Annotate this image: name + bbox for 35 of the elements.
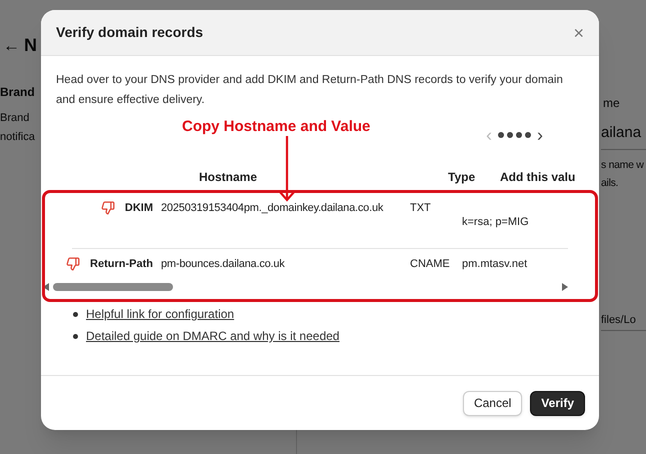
section-text: notifica [0, 130, 36, 145]
field-label: me [602, 95, 621, 112]
horizontal-scrollbar[interactable] [45, 280, 568, 294]
scroll-right-icon[interactable] [562, 283, 568, 291]
path-field[interactable]: files/Lo [601, 310, 646, 331]
record-name: DKIM [124, 201, 153, 216]
column-header: Hostname [199, 169, 258, 186]
scroll-thumb[interactable] [53, 283, 173, 291]
column-header: Type [448, 169, 476, 186]
cancel-button[interactable]: Cancel [462, 390, 522, 416]
help-link[interactable]: Helpful link for configuration [86, 305, 234, 323]
intro-text: Head over to your DNS provider and add DKIM and Return-Path DNS records to verify your domain and ensure effective delivery. [55, 73, 564, 108]
section-text: Brand [0, 111, 30, 126]
table-cell-text: 20250319153404pm._domainkey.dailana.co.uk [161, 201, 384, 216]
column-header: Add this valu [500, 169, 576, 186]
close-button[interactable]: × [573, 24, 584, 42]
table-cell-text: pm-bounces.dailana.co.uk [161, 257, 286, 272]
table-cell-text: TXT [410, 201, 432, 216]
annotation-label: Copy Hostname and Value [182, 117, 370, 137]
section-title: Brand [0, 84, 36, 101]
help-link[interactable]: Detailed guide on DMARC and why is it needed [86, 327, 340, 345]
dialog-title: Verify domain records [56, 23, 204, 42]
table-cell-text: k=rsa; p=MIG [462, 215, 529, 230]
table-cell-text: pm.mtasv.net [462, 257, 528, 272]
page-heading: N [24, 34, 37, 57]
hint-text: ails. [601, 176, 620, 190]
table-cell-text: CNAME [410, 257, 451, 272]
bullet-icon [73, 312, 78, 316]
next-button[interactable]: › [537, 126, 543, 144]
bullet-icon [73, 334, 78, 338]
back-arrow[interactable]: ← [3, 32, 20, 58]
hint-text: s name w [601, 158, 645, 172]
verify-button[interactable]: Verify [530, 390, 585, 416]
record-name: Return-Path [90, 257, 153, 272]
name-field[interactable]: ailana [601, 118, 646, 150]
